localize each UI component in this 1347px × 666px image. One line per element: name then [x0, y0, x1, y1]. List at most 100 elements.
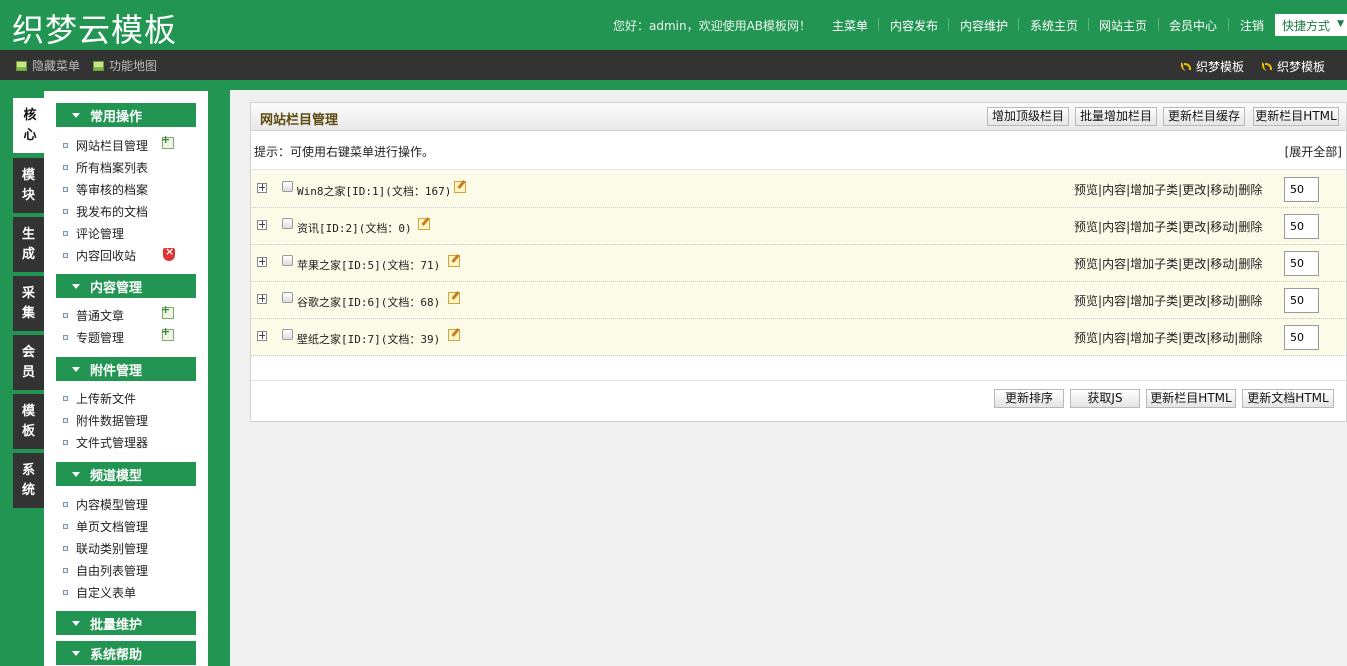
menu-item-attachment-data[interactable]: 附件数据管理	[63, 412, 148, 429]
op-edit[interactable]: 更改	[1182, 183, 1206, 197]
menu-item-free-list[interactable]: 自由列表管理	[63, 562, 148, 579]
op-add-child[interactable]: 增加子类	[1130, 331, 1178, 345]
op-move[interactable]: 移动	[1210, 294, 1234, 308]
op-preview[interactable]: 预览	[1074, 257, 1098, 271]
op-add-child[interactable]: 增加子类	[1130, 220, 1178, 234]
add-icon[interactable]	[161, 303, 174, 319]
expand-all-link[interactable]: [展开全部]	[1285, 143, 1342, 160]
op-content[interactable]: 内容	[1102, 257, 1126, 271]
op-edit[interactable]: 更改	[1182, 257, 1206, 271]
row-checkbox[interactable]	[282, 255, 293, 266]
expand-plus-icon[interactable]	[257, 220, 267, 230]
op-preview[interactable]: 预览	[1074, 183, 1098, 197]
row-checkbox[interactable]	[282, 292, 293, 303]
menu-group-channel-model[interactable]: 频道模型	[56, 462, 196, 486]
op-add-child[interactable]: 增加子类	[1130, 183, 1178, 197]
menu-item-pending-archives[interactable]: 等审核的档案	[63, 181, 148, 198]
get-js-button[interactable]: 获取JS	[1070, 389, 1140, 408]
menu-group-help[interactable]: 系统帮助	[56, 641, 196, 665]
op-content[interactable]: 内容	[1102, 183, 1126, 197]
tab-module[interactable]: 模块	[13, 158, 44, 213]
op-move[interactable]: 移动	[1210, 257, 1234, 271]
tab-core[interactable]: 核心	[13, 98, 47, 153]
op-content[interactable]: 内容	[1102, 294, 1126, 308]
add-top-column-button[interactable]: 增加顶级栏目	[987, 107, 1069, 126]
nav-main-menu[interactable]: 主菜单	[832, 17, 868, 34]
tab-system[interactable]: 系统	[13, 453, 44, 508]
op-delete[interactable]: 删除	[1238, 257, 1262, 271]
update-sort-button[interactable]: 更新排序	[994, 389, 1064, 408]
menu-item-single-page[interactable]: 单页文档管理	[63, 518, 148, 535]
expand-plus-icon[interactable]	[257, 183, 267, 193]
menu-item-custom-form[interactable]: 自定义表单	[63, 584, 136, 601]
op-preview[interactable]: 预览	[1074, 331, 1098, 345]
toolbar-link-1[interactable]: 织梦模板	[1181, 58, 1244, 75]
op-move[interactable]: 移动	[1210, 220, 1234, 234]
op-add-child[interactable]: 增加子类	[1130, 257, 1178, 271]
op-delete[interactable]: 删除	[1238, 220, 1262, 234]
nav-site-home[interactable]: 网站主页	[1099, 17, 1147, 34]
op-preview[interactable]: 预览	[1074, 294, 1098, 308]
tab-collect[interactable]: 采集	[13, 276, 44, 331]
row-checkbox[interactable]	[282, 218, 293, 229]
sort-order-input[interactable]	[1284, 325, 1319, 350]
op-content[interactable]: 内容	[1102, 220, 1126, 234]
menu-group-batch[interactable]: 批量维护	[56, 611, 196, 635]
add-icon[interactable]	[161, 133, 174, 149]
expand-plus-icon[interactable]	[257, 294, 267, 304]
batch-add-column-button[interactable]: 批量增加栏目	[1075, 107, 1157, 126]
sort-order-input[interactable]	[1284, 214, 1319, 239]
edit-icon[interactable]	[448, 329, 460, 341]
menu-item-my-docs[interactable]: 我发布的文档	[63, 203, 148, 220]
menu-item-articles[interactable]: 普通文章	[63, 307, 124, 324]
menu-group-attachments[interactable]: 附件管理	[56, 357, 196, 381]
row-checkbox[interactable]	[282, 181, 293, 192]
op-content[interactable]: 内容	[1102, 331, 1126, 345]
op-edit[interactable]: 更改	[1182, 294, 1206, 308]
op-move[interactable]: 移动	[1210, 183, 1234, 197]
menu-group-content[interactable]: 内容管理	[56, 274, 196, 298]
op-delete[interactable]: 删除	[1238, 294, 1262, 308]
edit-icon[interactable]	[418, 218, 430, 230]
menu-group-common[interactable]: 常用操作	[56, 103, 196, 127]
nav-system-home[interactable]: 系统主页	[1030, 17, 1078, 34]
menu-item-linkage-category[interactable]: 联动类别管理	[63, 540, 148, 557]
hide-menu-button[interactable]: 隐藏菜单	[16, 57, 80, 74]
op-edit[interactable]: 更改	[1182, 331, 1206, 345]
menu-item-file-manager[interactable]: 文件式管理器	[63, 434, 148, 451]
update-doc-html-button[interactable]: 更新文档HTML	[1242, 389, 1334, 408]
menu-item-upload[interactable]: 上传新文件	[63, 390, 136, 407]
op-edit[interactable]: 更改	[1182, 220, 1206, 234]
nav-content-maintain[interactable]: 内容维护	[960, 17, 1008, 34]
op-add-child[interactable]: 增加子类	[1130, 294, 1178, 308]
sort-order-input[interactable]	[1284, 251, 1319, 276]
nav-member-center[interactable]: 会员中心	[1169, 17, 1217, 34]
sort-order-input[interactable]	[1284, 288, 1319, 313]
expand-plus-icon[interactable]	[257, 257, 267, 267]
menu-item-column-manage[interactable]: 网站栏目管理	[63, 137, 148, 154]
nav-logout[interactable]: 注销	[1240, 17, 1264, 34]
menu-item-content-model[interactable]: 内容模型管理	[63, 496, 148, 513]
add-icon[interactable]	[161, 325, 174, 341]
delete-shield-icon[interactable]	[163, 245, 175, 261]
sort-order-input[interactable]	[1284, 177, 1319, 202]
menu-item-comments[interactable]: 评论管理	[63, 225, 124, 242]
op-move[interactable]: 移动	[1210, 331, 1234, 345]
edit-icon[interactable]	[448, 292, 460, 304]
update-column-html-button[interactable]: 更新栏目HTML	[1253, 107, 1339, 126]
tab-template[interactable]: 模板	[13, 394, 44, 449]
row-checkbox[interactable]	[282, 329, 293, 340]
op-delete[interactable]: 删除	[1238, 183, 1262, 197]
tab-member[interactable]: 会员	[13, 335, 44, 390]
menu-item-recycle-bin[interactable]: 内容回收站	[63, 247, 136, 264]
edit-icon[interactable]	[454, 181, 466, 193]
update-column-html-bottom-button[interactable]: 更新栏目HTML	[1146, 389, 1236, 408]
menu-item-topics[interactable]: 专题管理	[63, 329, 124, 346]
op-preview[interactable]: 预览	[1074, 220, 1098, 234]
expand-plus-icon[interactable]	[257, 331, 267, 341]
quick-access-dropdown[interactable]: 快捷方式 ▼	[1275, 14, 1347, 36]
toolbar-link-2[interactable]: 织梦模板	[1262, 58, 1325, 75]
update-column-cache-button[interactable]: 更新栏目缓存	[1163, 107, 1245, 126]
nav-content-publish[interactable]: 内容发布	[890, 17, 938, 34]
op-delete[interactable]: 删除	[1238, 331, 1262, 345]
